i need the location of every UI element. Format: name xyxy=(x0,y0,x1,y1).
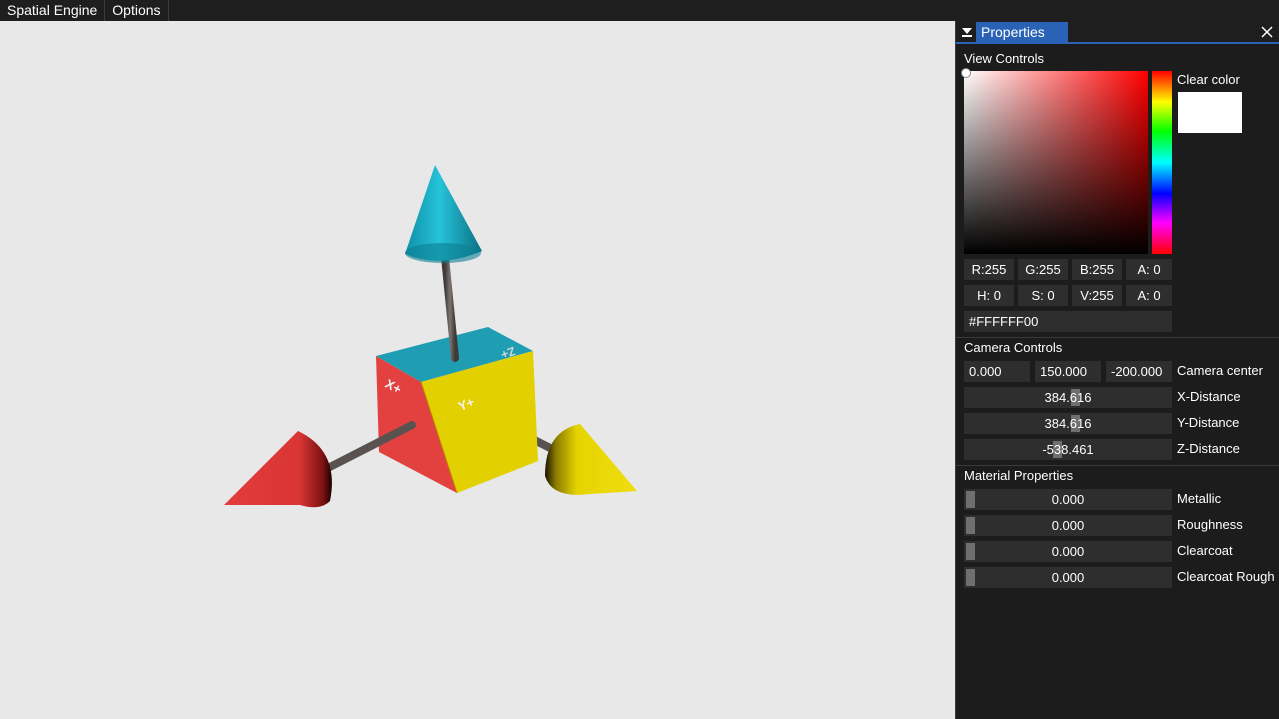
x-distance-value: 384.616 xyxy=(1044,390,1092,405)
section-divider xyxy=(956,337,1279,338)
camera-center-x-input[interactable]: 0.000 xyxy=(964,361,1030,382)
tab-properties[interactable]: Properties xyxy=(976,22,1068,42)
metallic-label: Metallic xyxy=(1177,491,1222,506)
x-axis-cone xyxy=(224,431,332,508)
y-distance-value: 384.616 xyxy=(1044,416,1092,431)
clear-color-label: Clear color xyxy=(1177,72,1240,87)
z-distance-label: Z-Distance xyxy=(1177,441,1240,456)
camera-center-z-input[interactable]: -200.000 xyxy=(1106,361,1172,382)
panel-titlebar: Properties xyxy=(956,21,1279,44)
tab-underline xyxy=(956,42,1279,44)
clearcoat-label: Clearcoat xyxy=(1177,543,1233,558)
menu-options[interactable]: Options xyxy=(105,0,169,21)
z-distance-value: -538.461 xyxy=(1042,442,1094,457)
slider-grab[interactable] xyxy=(966,569,975,586)
properties-panel: Properties View Controls Clear color R:2… xyxy=(955,21,1279,719)
x-distance-label: X-Distance xyxy=(1177,389,1241,404)
hue-slider[interactable] xyxy=(1152,71,1172,254)
camera-center-y-input[interactable]: 150.000 xyxy=(1035,361,1101,382)
slider-grab[interactable] xyxy=(966,543,975,560)
roughness-slider[interactable]: 0.000 xyxy=(964,515,1172,536)
clearcoat-roughness-value: 0.000 xyxy=(1051,570,1085,585)
menu-spatial-engine[interactable]: Spatial Engine xyxy=(0,0,106,21)
value-input[interactable]: V:255 xyxy=(1072,285,1122,306)
clearcoat-slider[interactable]: 0.000 xyxy=(964,541,1172,562)
metallic-slider[interactable]: 0.000 xyxy=(964,489,1172,510)
metallic-value: 0.000 xyxy=(1051,492,1085,507)
triangle-down-icon[interactable] xyxy=(959,24,975,40)
alpha-hsv-input[interactable]: A: 0 xyxy=(1126,285,1172,306)
clearcoat-roughness-label: Clearcoat Rough xyxy=(1177,569,1275,584)
view-controls-title: View Controls xyxy=(964,51,1044,66)
menu-bar: Spatial Engine Options xyxy=(0,0,1279,21)
y-distance-slider[interactable]: 384.616 xyxy=(964,413,1172,434)
z-distance-slider[interactable]: -538.461 xyxy=(964,439,1172,460)
y-distance-label: Y-Distance xyxy=(1177,415,1240,430)
red-input[interactable]: R:255 xyxy=(964,259,1014,280)
clear-color-swatch[interactable] xyxy=(1178,92,1242,133)
hue-input[interactable]: H: 0 xyxy=(964,285,1014,306)
sv-picker-handle[interactable] xyxy=(961,68,971,78)
slider-grab[interactable] xyxy=(966,491,975,508)
roughness-value: 0.000 xyxy=(1051,518,1085,533)
camera-controls-title: Camera Controls xyxy=(964,340,1063,355)
blue-input[interactable]: B:255 xyxy=(1072,259,1122,280)
saturation-input[interactable]: S: 0 xyxy=(1018,285,1068,306)
y-axis-cone xyxy=(545,424,637,495)
alpha-input[interactable]: A: 0 xyxy=(1126,259,1172,280)
saturation-value-picker[interactable] xyxy=(964,71,1148,254)
camera-center-label: Camera center xyxy=(1177,363,1263,378)
clearcoat-roughness-slider[interactable]: 0.000 xyxy=(964,567,1172,588)
roughness-label: Roughness xyxy=(1177,517,1243,532)
close-icon[interactable] xyxy=(1259,24,1275,40)
3d-viewport[interactable]: X+ Y+ Z+ xyxy=(0,21,955,719)
slider-grab[interactable] xyxy=(966,517,975,534)
axis-gizmo-scene: X+ Y+ Z+ xyxy=(224,165,637,508)
green-input[interactable]: G:255 xyxy=(1018,259,1068,280)
hex-input[interactable]: #FFFFFF00 xyxy=(964,311,1172,332)
section-divider xyxy=(956,465,1279,466)
material-properties-title: Material Properties xyxy=(964,468,1074,483)
clearcoat-value: 0.000 xyxy=(1051,544,1085,559)
x-distance-slider[interactable]: 384.616 xyxy=(964,387,1172,408)
